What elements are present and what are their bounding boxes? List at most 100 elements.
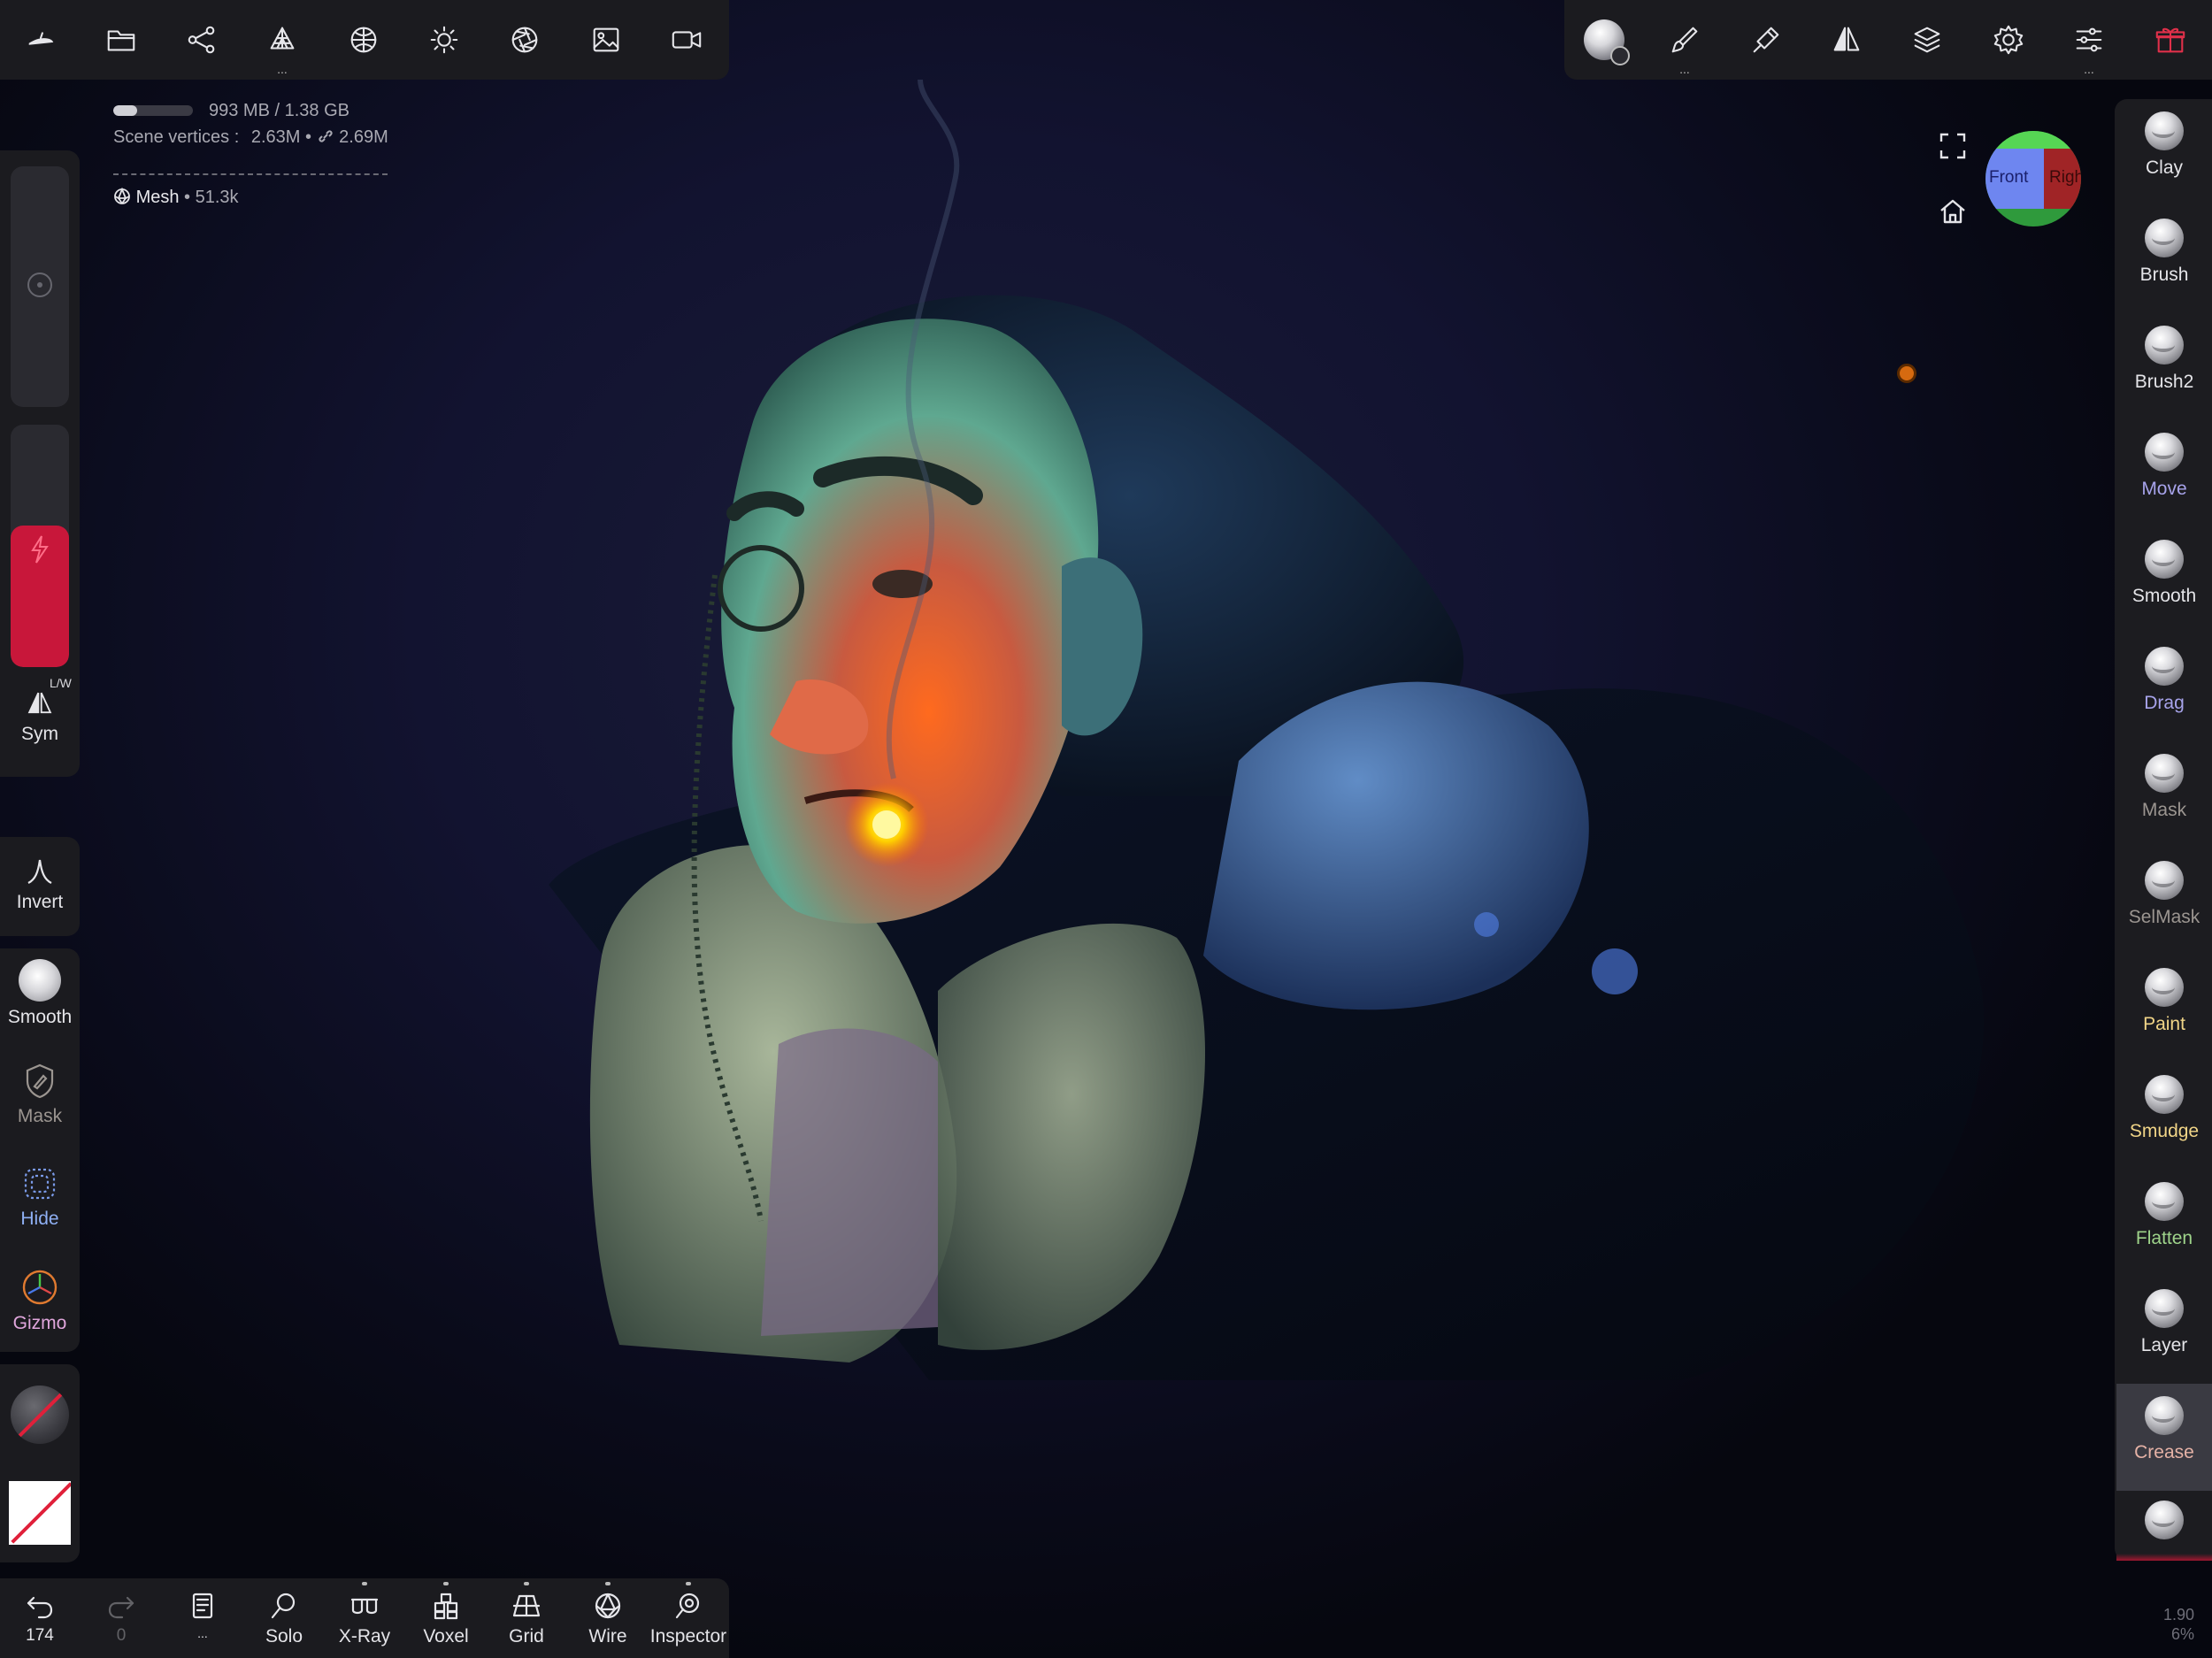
tool-label: Brush2	[2134, 372, 2194, 392]
fullscreen-icon[interactable]	[1938, 131, 1968, 161]
topology-icon[interactable]: ...	[257, 15, 307, 75]
sculpt-viewport[interactable]	[0, 0, 2212, 1658]
grid-options-tick	[524, 1582, 529, 1585]
layers-icon[interactable]	[1902, 15, 1952, 65]
color-swatch-icon[interactable]	[9, 1481, 71, 1545]
quick-hide-button[interactable]: Hide	[0, 1164, 80, 1230]
nomad-logo-icon[interactable]	[16, 15, 65, 65]
memory-usage-bar	[113, 105, 193, 116]
inspector-label: Inspector	[649, 1626, 727, 1646]
camera-aperture-icon[interactable]	[500, 15, 549, 65]
left-panel-material	[0, 1364, 80, 1562]
mesh-label: Mesh	[135, 188, 180, 207]
layer-sphere-icon	[2145, 1289, 2184, 1328]
quick-smooth-button[interactable]: Smooth	[0, 959, 80, 1028]
sym-toggle[interactable]: L/W Sym	[0, 676, 80, 745]
left-panel-quick-tools: Smooth Mask Hide Gizmo	[0, 948, 80, 1352]
tool-clay[interactable]: Clay	[2116, 99, 2212, 206]
quick-gizmo-button[interactable]: Gizmo	[0, 1267, 80, 1334]
view-cube-front-label: Front	[1989, 168, 2029, 187]
tool-smooth[interactable]: Smooth	[2116, 527, 2212, 634]
tool-label: Drag	[2144, 693, 2185, 713]
paint-sphere-icon	[2145, 968, 2184, 1007]
quick-smooth-label: Smooth	[7, 1007, 73, 1027]
xray-glasses-icon	[350, 1598, 379, 1615]
top-toolbar-left: ...	[0, 0, 729, 80]
tool-smudge[interactable]: Smudge	[2116, 1063, 2212, 1170]
crease-sphere-icon	[2145, 1396, 2184, 1435]
image-icon[interactable]	[581, 15, 631, 65]
mesh-info[interactable]: Mesh • 51.3k	[113, 187, 388, 211]
undo-button[interactable]: 174	[0, 1589, 80, 1658]
view-cube-right-face[interactable]: Righ	[2044, 149, 2081, 209]
inspector-button[interactable]: Inspector	[649, 1582, 728, 1658]
sliders-icon[interactable]: ...	[2064, 15, 2114, 75]
scene-graph-icon[interactable]	[177, 15, 227, 65]
xray-button[interactable]: X-Ray	[325, 1582, 404, 1658]
scene-info: 993 MB / 1.38 GB Scene vertices : 2.63M …	[113, 99, 388, 211]
light-icon[interactable]	[419, 15, 469, 65]
info-divider	[113, 173, 388, 175]
solo-search-icon	[271, 1593, 296, 1619]
clay-sphere-icon	[2145, 111, 2184, 150]
left-panel-invert: Invert	[0, 837, 80, 936]
redo-button[interactable]: 0	[81, 1589, 161, 1658]
size-slider-handle-icon[interactable]	[27, 272, 52, 297]
invert-button[interactable]: Invert	[0, 856, 80, 913]
tool-crease[interactable]: Crease	[2116, 1384, 2212, 1491]
solo-button[interactable]: Solo	[244, 1589, 324, 1658]
voxel-cubes-icon	[434, 1593, 458, 1620]
settings-gear-icon[interactable]	[1984, 15, 2033, 65]
tool-brush[interactable]: Brush	[2116, 206, 2212, 313]
tool-label: Smooth	[2131, 586, 2197, 606]
view-cube-right-label: Righ	[2049, 168, 2081, 187]
undo-count: 174	[26, 1626, 54, 1645]
tool-mask[interactable]: Mask	[2116, 741, 2212, 848]
home-view-icon[interactable]	[1938, 196, 1968, 226]
tool-extra[interactable]	[2116, 1488, 2212, 1561]
voxel-button[interactable]: Voxel	[406, 1582, 486, 1658]
stroke-pen-icon[interactable]	[1741, 15, 1791, 65]
material-sphere-icon[interactable]	[339, 15, 388, 65]
scene-vertices-linked: 2.69M	[339, 127, 388, 147]
intensity-slider[interactable]	[11, 425, 69, 667]
redo-icon	[108, 1596, 134, 1619]
tool-move[interactable]: Move	[2116, 420, 2212, 527]
quick-mask-button[interactable]: Mask	[0, 1062, 80, 1127]
tool-label: Mask	[2141, 800, 2187, 820]
selmask-sphere-icon	[2145, 861, 2184, 900]
grid-button[interactable]: Grid	[487, 1582, 566, 1658]
move-sphere-icon	[2145, 433, 2184, 472]
history-book-icon	[192, 1593, 213, 1619]
view-cube[interactable]: Front Righ	[1985, 131, 2081, 226]
top-toolbar-right: ... ...	[1564, 0, 2212, 80]
scene-vertices-sep: •	[305, 127, 312, 147]
tool-brush2[interactable]: Brush2	[2116, 313, 2212, 420]
memory-usage-fill	[113, 105, 137, 116]
tool-selmask[interactable]: SelMask	[2116, 848, 2212, 956]
matcap-sphere-icon[interactable]	[11, 1386, 69, 1444]
smooth-sphere-icon	[2145, 540, 2184, 579]
video-camera-icon[interactable]	[662, 15, 711, 65]
paint-brush-icon[interactable]: ...	[1660, 15, 1709, 75]
tool-layer[interactable]: Layer	[2116, 1277, 2212, 1384]
history-button[interactable]: ...	[163, 1589, 242, 1658]
brush2-sphere-icon	[2145, 326, 2184, 365]
view-cube-top-face[interactable]	[1985, 131, 2081, 149]
tool-extra-sphere-icon	[2145, 1501, 2184, 1539]
active-tool-sphere-icon[interactable]	[1579, 15, 1630, 65]
tool-label: Flatten	[2135, 1228, 2193, 1248]
tool-paint[interactable]: Paint	[2116, 956, 2212, 1063]
voxel-options-tick	[443, 1582, 449, 1585]
symmetry-icon[interactable]	[1822, 15, 1871, 65]
tool-drag[interactable]: Drag	[2116, 634, 2212, 741]
view-cube-front-face[interactable]: Front	[1985, 149, 2044, 209]
tool-label: Brush	[2139, 265, 2189, 285]
folder-icon[interactable]	[96, 15, 146, 65]
tool-flatten[interactable]: Flatten	[2116, 1170, 2212, 1277]
size-slider[interactable]	[11, 166, 69, 407]
wire-button[interactable]: Wire	[568, 1582, 648, 1658]
gift-icon[interactable]	[2146, 15, 2195, 65]
tool-label: SelMask	[2128, 907, 2200, 927]
pivot-marker-icon[interactable]	[1897, 364, 1916, 383]
